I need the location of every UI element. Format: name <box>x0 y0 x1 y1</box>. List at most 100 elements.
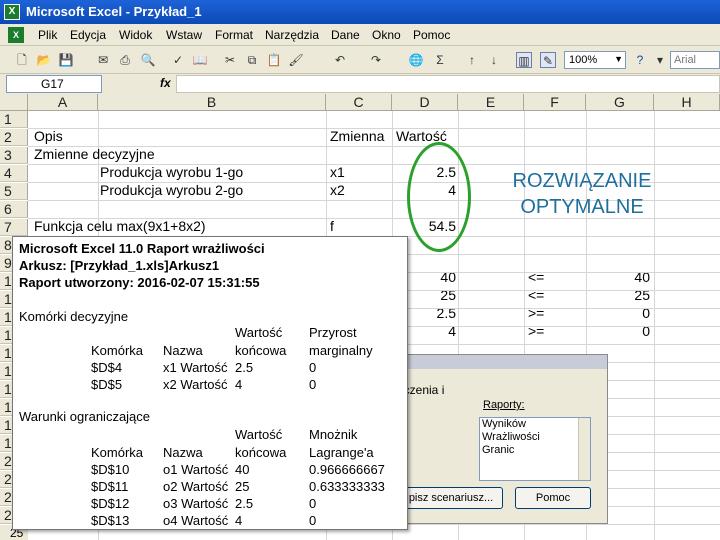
column-header-h[interactable]: H <box>654 94 720 111</box>
menu-format[interactable]: Format <box>215 28 253 42</box>
autosum-icon[interactable]: Σ <box>432 52 448 68</box>
formula-input[interactable] <box>176 75 720 93</box>
constraint-row-cell: $D$12 <box>91 496 130 511</box>
reports-listbox[interactable]: Wyników Wrażliwości Granic <box>479 417 591 481</box>
menu-widok[interactable]: Widok <box>119 28 152 42</box>
menu-narzedzia[interactable]: Narzędzia <box>265 28 319 42</box>
help-button[interactable]: Pomoc <box>515 487 591 509</box>
cell-c4[interactable]: x1 <box>330 164 345 181</box>
constraint-row-multiplier: 0 <box>309 496 317 511</box>
menu-pomoc[interactable]: Pomoc <box>413 28 450 42</box>
solution-highlight-ellipse <box>407 142 471 252</box>
permission-icon[interactable]: ✉ <box>95 52 111 68</box>
decision-row-value: 4 <box>235 377 243 392</box>
open-folder-icon[interactable]: 📂 <box>36 52 52 68</box>
toolbar-options-icon[interactable]: ▾ <box>652 52 668 68</box>
sort-descending-icon[interactable]: ↓ <box>486 52 502 68</box>
constraint-row-cell: $D$11 <box>91 479 129 494</box>
workbook-icon[interactable]: X <box>8 27 24 43</box>
decision-row-value: 2.5 <box>235 360 254 375</box>
save-icon[interactable]: 💾 <box>58 52 74 68</box>
sort-ascending-icon[interactable]: ↑ <box>464 52 480 68</box>
print-preview-icon[interactable]: 🔍 <box>140 52 156 68</box>
cut-icon[interactable]: ✂ <box>222 52 238 68</box>
column-header-g[interactable]: G <box>586 94 654 111</box>
menu-plik[interactable]: Plik <box>38 28 57 42</box>
row-header[interactable]: 1 <box>0 111 28 128</box>
cell-a2[interactable]: Opis <box>34 128 63 145</box>
research-icon[interactable]: 📖 <box>192 52 208 68</box>
insert-function-icon[interactable]: fx <box>160 76 171 90</box>
menu-okno[interactable]: Okno <box>372 28 401 42</box>
cell-a3[interactable]: Zmienne decyzyjne <box>34 146 155 163</box>
print-icon[interactable]: ⎙ <box>117 52 133 68</box>
menu-dane[interactable]: Dane <box>331 28 360 42</box>
menu-edycja[interactable]: Edycja <box>70 28 106 42</box>
drawing-icon[interactable]: ✎ <box>540 52 556 68</box>
decision-header-cell: Komórka <box>91 343 144 358</box>
cell-b4[interactable]: Produkcja wyrobu 1-go <box>100 164 243 181</box>
menu-wstaw[interactable]: Wstaw <box>166 28 202 42</box>
redo-icon[interactable]: ↷ <box>368 52 384 68</box>
constraint-row-value: 2.5 <box>235 496 254 511</box>
cell-c2[interactable]: Zmienna <box>330 128 384 145</box>
row-header[interactable]: 6 <box>0 201 28 218</box>
constraint-header-mult-bottom: Lagrange'a <box>309 445 374 460</box>
chevron-down-icon: ▼ <box>614 54 623 64</box>
decision-header-marginal-bottom: marginalny <box>309 343 373 358</box>
report-option-sensitivity[interactable]: Wrażliwości <box>480 431 590 444</box>
column-header-e[interactable]: E <box>458 94 524 111</box>
new-file-icon[interactable]: 🗋 <box>14 52 30 68</box>
cell-b5[interactable]: Produkcja wyrobu 2-go <box>100 182 243 199</box>
format-painter-icon[interactable]: 🖌 <box>288 52 304 68</box>
copy-icon[interactable]: ⧉ <box>244 52 260 68</box>
zoom-select[interactable]: 100% ▼ <box>564 51 626 69</box>
row-header[interactable]: 5 <box>0 183 28 200</box>
column-header-d[interactable]: D <box>392 94 458 111</box>
font-name-select[interactable]: Arial <box>670 51 720 69</box>
constraint-row-value: 40 <box>235 462 250 477</box>
cell-c5[interactable]: x2 <box>330 182 345 199</box>
name-box[interactable]: G17 <box>6 75 102 93</box>
select-all-corner[interactable] <box>0 94 28 111</box>
column-header-f[interactable]: F <box>524 94 586 111</box>
spelling-icon[interactable]: ✓ <box>170 52 186 68</box>
row-header[interactable]: 7 <box>0 219 28 236</box>
constraint-row-name: o3 Wartość <box>163 496 229 511</box>
help-icon[interactable]: ? <box>632 52 648 68</box>
sensitivity-report: Microsoft Excel 11.0 Raport wrażliwości … <box>12 236 408 530</box>
constraint-row-multiplier: 0 <box>309 513 317 528</box>
undo-icon[interactable]: ↶ <box>332 52 348 68</box>
decision-header-name: Nazwa <box>163 343 203 358</box>
menu-bar: X Plik Edycja Widok Wstaw Format Narzędz… <box>0 24 720 46</box>
listbox-scrollbar[interactable] <box>578 418 590 480</box>
save-scenario-button[interactable]: pisz scenariusz... <box>399 487 503 509</box>
cell-c7[interactable]: f <box>330 218 334 235</box>
row-header[interactable]: 4 <box>0 165 28 182</box>
zoom-value: 100% <box>569 54 598 66</box>
cell-a7[interactable]: Funkcja celu max(9x1+8x2) <box>34 218 206 235</box>
report-created: Raport utworzony: 2016-02-07 15:31:55 <box>19 275 260 290</box>
report-option-results[interactable]: Wyników <box>480 418 590 431</box>
row-header[interactable]: 2 <box>0 129 28 146</box>
standard-toolbar: 🗋 📂 💾 ✉ ⎙ 🔍 ✓ 📖 ✂ ⧉ 📋 🖌 ↶ ↷ 🌐 Σ ↑ ↓ ▥ ✎ … <box>0 46 720 74</box>
column-header-b[interactable]: B <box>98 94 326 111</box>
reports-label: Raporty: <box>483 399 525 411</box>
solver-results-dialog: iczenia i Raporty: Wyników Wrażliwości G… <box>398 354 608 524</box>
decision-header-marginal-top: Przyrost <box>309 325 357 340</box>
window-title: Microsoft Excel - Przykład_1 <box>26 4 202 19</box>
constraint-header-name: Nazwa <box>163 445 203 460</box>
row-header[interactable]: 3 <box>0 147 28 164</box>
constraint-row-value: 25 <box>235 479 250 494</box>
chart-wizard-icon[interactable]: ▥ <box>516 52 532 68</box>
hyperlink-icon[interactable]: 🌐 <box>408 52 424 68</box>
callout-line-2: OPTYMALNE <box>520 196 644 218</box>
report-option-limits[interactable]: Granic <box>480 444 590 457</box>
paste-icon[interactable]: 📋 <box>266 52 282 68</box>
decision-header-value-top: Wartość <box>235 325 283 340</box>
column-header-a[interactable]: A <box>28 94 98 111</box>
column-header-c[interactable]: C <box>326 94 392 111</box>
constraint-row-cell: $D$13 <box>91 513 130 528</box>
constraint-header-mult-top: Mnożnik <box>309 427 358 442</box>
excel-app-icon: X <box>4 4 20 20</box>
